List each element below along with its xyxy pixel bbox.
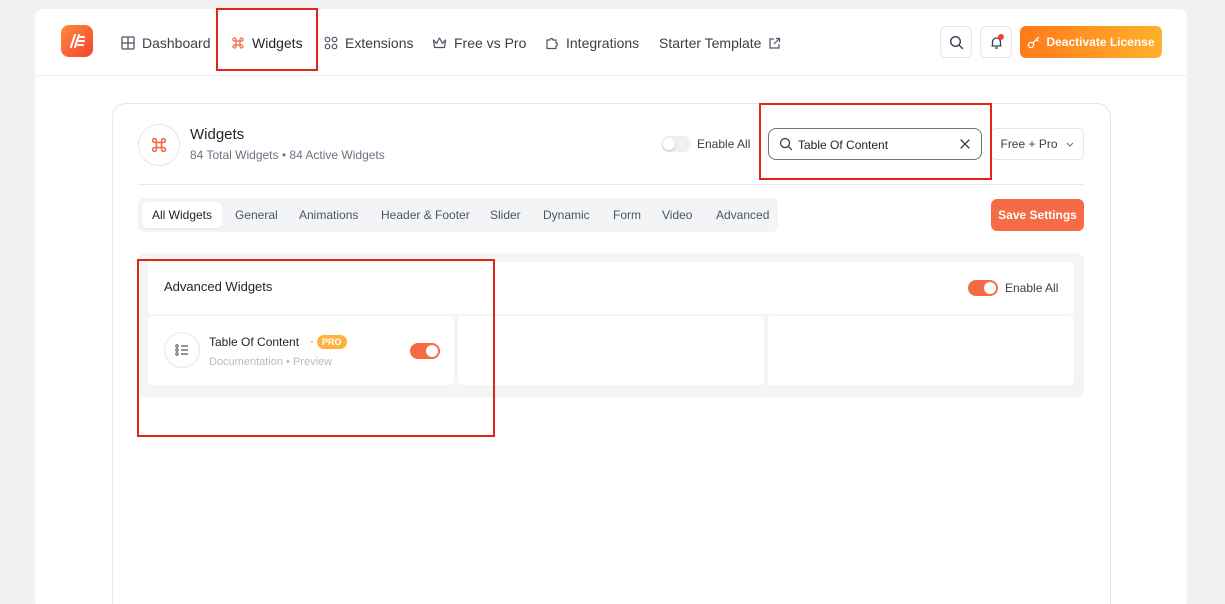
extensions-icon — [324, 36, 338, 50]
section-enable-all-toggle[interactable] — [968, 280, 998, 296]
widget-enable-toggle[interactable] — [410, 343, 440, 359]
total-widgets-count: 84 Total Widgets — [190, 148, 279, 162]
deactivate-license-label: Deactivate License — [1046, 35, 1155, 49]
nav-extensions[interactable]: Extensions — [324, 33, 413, 53]
page-title: Widgets — [190, 126, 245, 143]
widget-stats: 84 Total Widgets • 84 Active Widgets — [190, 148, 385, 162]
nav-integrations[interactable]: Integrations — [545, 33, 639, 53]
brand-logo[interactable] — [61, 25, 93, 57]
nav-free-vs-pro-label: Free vs Pro — [454, 35, 527, 51]
notifications-button[interactable] — [980, 26, 1012, 58]
category-tabs: All Widgets General Animations Header & … — [138, 198, 778, 232]
advanced-widgets-section: Advanced Widgets Enable All Table Of Con… — [138, 253, 1084, 397]
tab-slider[interactable]: Slider — [490, 202, 521, 228]
app-frame: Dashboard Widgets Extensions Free vs Pro — [35, 9, 1187, 604]
header-divider — [138, 184, 1084, 185]
tab-header-footer[interactable]: Header & Footer — [381, 202, 470, 228]
section-title: Advanced Widgets — [164, 279, 273, 294]
title-separator: · — [310, 334, 314, 348]
tab-all-widgets[interactable]: All Widgets — [142, 202, 223, 228]
empty-widget-cell — [458, 316, 764, 385]
search-button[interactable] — [940, 26, 972, 58]
clear-search-icon[interactable] — [959, 138, 971, 150]
tab-dynamic[interactable]: Dynamic — [543, 202, 590, 228]
nav-dashboard-label: Dashboard — [142, 35, 211, 51]
key-icon — [1028, 36, 1040, 48]
enable-all-label: Enable All — [697, 137, 751, 151]
plan-filter-select[interactable]: Free + Pro — [990, 128, 1084, 160]
pro-badge: PRO — [317, 335, 347, 349]
stats-separator: • — [281, 148, 287, 162]
plan-filter-value: Free + Pro — [1000, 137, 1058, 151]
section-header: Advanced Widgets Enable All — [148, 262, 1074, 314]
enable-all-toggle[interactable] — [661, 136, 691, 152]
widget-title: Table Of Content — [209, 335, 300, 349]
widget-icon-wrap — [164, 332, 200, 368]
tab-animations[interactable]: Animations — [299, 202, 358, 228]
section-enable-all-label: Enable All — [1005, 281, 1059, 295]
logo-mark-icon — [70, 34, 85, 48]
toggle-knob — [663, 138, 675, 150]
widget-card-table-of-content: Table Of Content · PRO Documentation • P… — [148, 316, 454, 385]
tab-video[interactable]: Video — [662, 202, 692, 228]
nav-extensions-label: Extensions — [345, 35, 414, 51]
search-input[interactable] — [798, 135, 948, 155]
tab-advanced[interactable]: Advanced — [716, 202, 769, 228]
widget-links[interactable]: Documentation • Preview — [209, 356, 332, 368]
nav-starter-template-label: Starter Template — [659, 35, 762, 51]
active-widgets-count: 84 Active Widgets — [289, 148, 385, 162]
notification-dot — [998, 34, 1004, 40]
command-icon — [232, 37, 244, 49]
toggle-knob — [426, 345, 438, 357]
nav-widgets[interactable]: Widgets — [231, 33, 303, 53]
tab-form[interactable]: Form — [613, 202, 641, 228]
widget-search — [768, 128, 982, 160]
nav-free-vs-pro[interactable]: Free vs Pro — [432, 33, 526, 53]
chevron-down-icon — [1066, 142, 1073, 147]
empty-widget-cell — [768, 316, 1074, 385]
nav-starter-template[interactable]: Starter Template — [659, 33, 781, 53]
command-icon — [151, 137, 167, 153]
list-icon — [175, 344, 188, 356]
search-icon — [779, 137, 793, 151]
grid-icon — [121, 36, 135, 50]
top-navigation: Dashboard Widgets Extensions Free vs Pro — [35, 9, 1187, 76]
widgets-card: Widgets 84 Total Widgets • 84 Active Wid… — [112, 103, 1111, 604]
external-link-icon — [769, 37, 781, 49]
crown-icon — [432, 37, 447, 49]
puzzle-icon — [546, 37, 559, 50]
search-icon — [949, 35, 963, 49]
nav-integrations-label: Integrations — [566, 35, 640, 51]
toggle-knob — [984, 282, 996, 294]
save-settings-button[interactable]: Save Settings — [991, 199, 1084, 231]
widgets-header-icon-wrap — [138, 124, 180, 166]
tab-general[interactable]: General — [235, 202, 278, 228]
nav-dashboard[interactable]: Dashboard — [121, 33, 211, 53]
deactivate-license-button[interactable]: Deactivate License — [1020, 26, 1162, 58]
nav-widgets-label: Widgets — [252, 35, 303, 51]
